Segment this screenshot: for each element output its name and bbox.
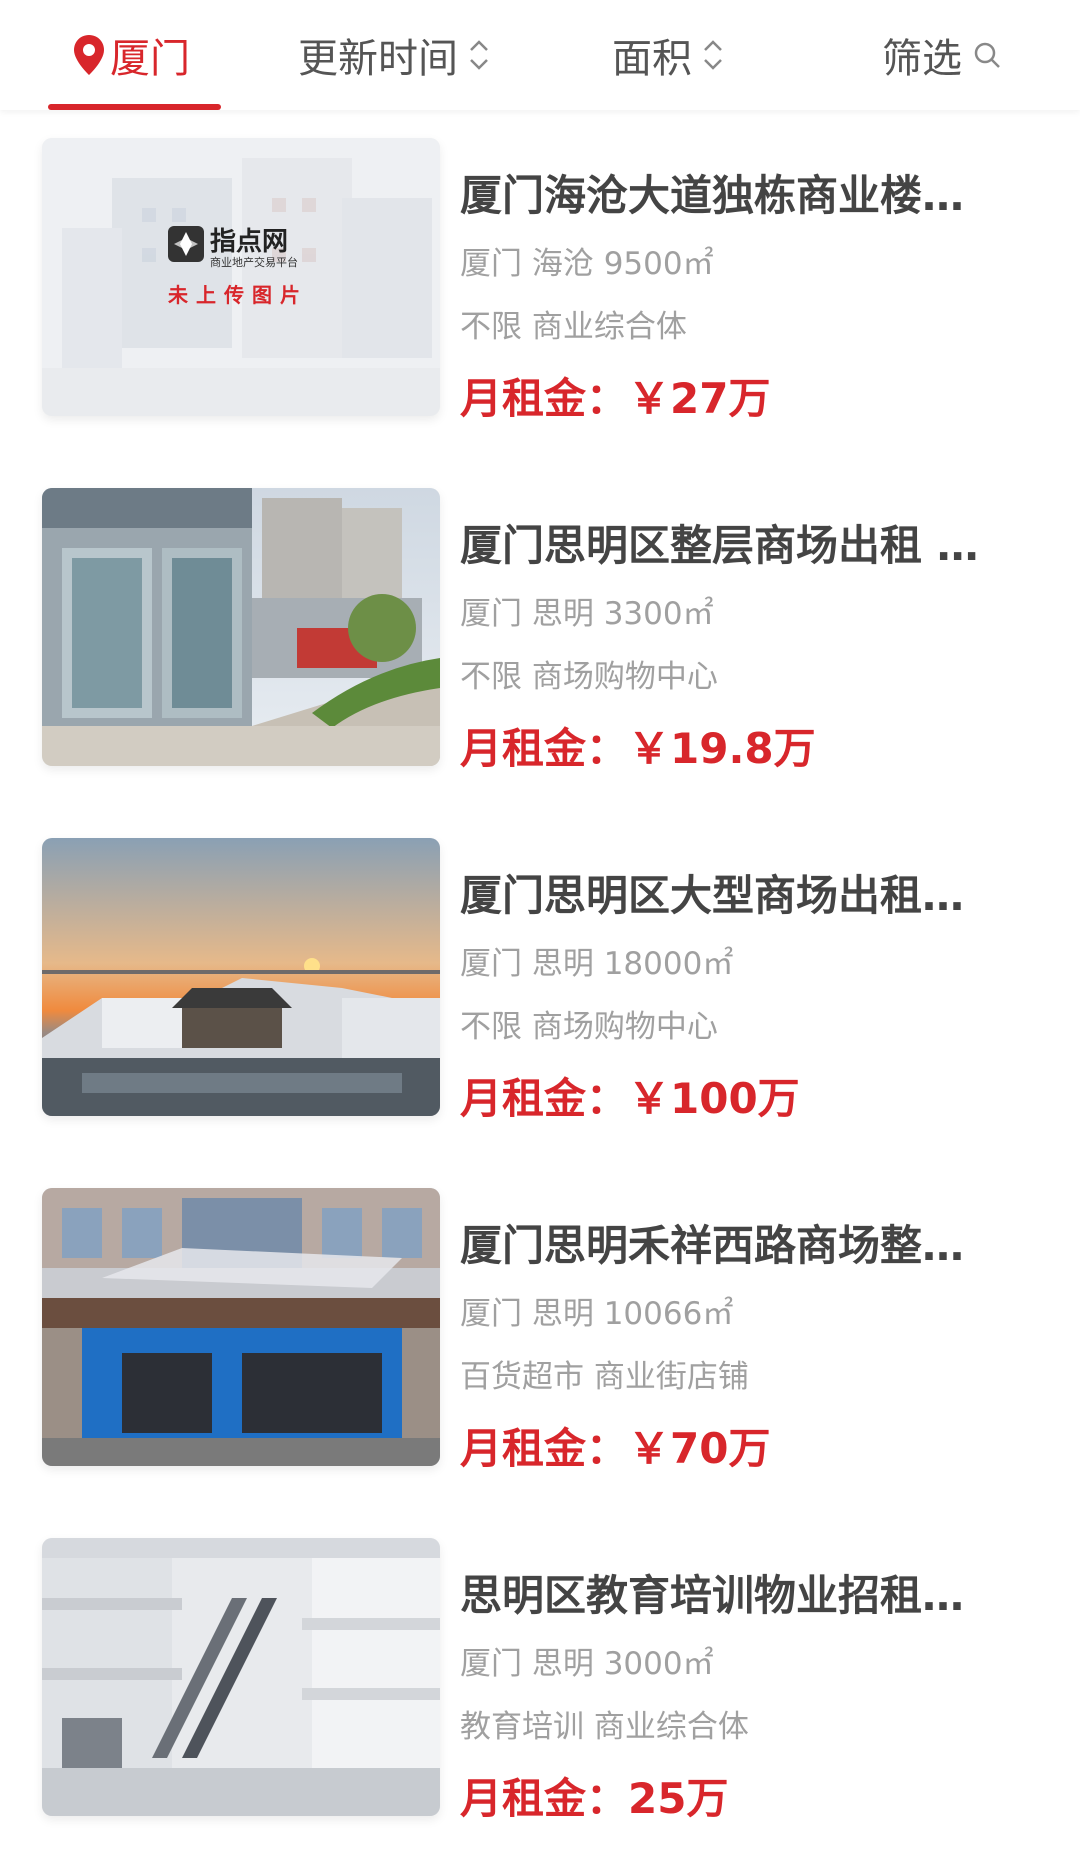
listing-price: 月租金：￥100万 bbox=[460, 1074, 800, 1123]
listing-card[interactable]: 指点网 商业地产交易平台 未上传图片 厦门海沧大道独栋商业楼… 厦门 海沧 95… bbox=[0, 110, 1080, 460]
sort-updown-icon bbox=[470, 40, 488, 70]
placeholder-note: 未上传图片 bbox=[168, 283, 308, 307]
listing-price: 月租金：￥70万 bbox=[460, 1424, 771, 1473]
filter-label: 筛选 bbox=[882, 36, 962, 82]
listing-thumbnail-placeholder: 指点网 商业地产交易平台 未上传图片 bbox=[42, 138, 440, 416]
listing-location-area: 厦门 思明 3000㎡ bbox=[460, 1646, 714, 1682]
listing-location-area: 厦门 思明 3300㎡ bbox=[460, 596, 714, 632]
listing-card[interactable]: 厦门思明区大型商场出租… 厦门 思明 18000㎡ 不限 商场购物中心 月租金：… bbox=[0, 810, 1080, 1160]
filter-tab[interactable]: 筛选 bbox=[882, 0, 1002, 110]
placeholder-brand: 指点网 bbox=[210, 226, 288, 257]
listing-card[interactable]: 思明区教育培训物业招租… 厦门 思明 3000㎡ 教育培训 商业综合体 月租金：… bbox=[0, 1510, 1080, 1860]
listing-price: 月租金：25万 bbox=[460, 1774, 729, 1823]
listing-card[interactable]: 厦门思明禾祥西路商场整… 厦门 思明 10066㎡ 百货超市 商业街店铺 月租金… bbox=[0, 1160, 1080, 1510]
listing-thumbnail bbox=[42, 488, 440, 766]
top-filter-bar: 厦门 更新时间 面积 筛选 bbox=[0, 0, 1080, 110]
listing-tags: 百货超市 商业街店铺 bbox=[460, 1359, 749, 1395]
city-label: 厦门 bbox=[110, 36, 190, 82]
listing-tags: 不限 商业综合体 bbox=[460, 309, 687, 345]
zhidian-logo-icon bbox=[168, 226, 204, 262]
sort-by-area-tab[interactable]: 面积 bbox=[612, 0, 726, 110]
listing-title: 厦门思明区大型商场出租… bbox=[460, 871, 965, 920]
sort-by-update-time-tab[interactable]: 更新时间 bbox=[298, 0, 492, 110]
sort-time-label: 更新时间 bbox=[298, 36, 458, 82]
listing-location-area: 厦门 海沧 9500㎡ bbox=[460, 246, 714, 282]
sort-area-label: 面积 bbox=[612, 36, 692, 82]
listing-thumbnail bbox=[42, 838, 440, 1116]
location-pin-icon bbox=[74, 35, 104, 75]
listing-title: 厦门思明禾祥西路商场整… bbox=[460, 1221, 965, 1270]
listing-location-area: 厦门 思明 10066㎡ bbox=[460, 1296, 734, 1332]
listing-tags: 教育培训 商业综合体 bbox=[460, 1709, 749, 1745]
listing-tags: 不限 商场购物中心 bbox=[460, 1009, 718, 1045]
listing-card[interactable]: 厦门思明区整层商场出租 … 厦门 思明 3300㎡ 不限 商场购物中心 月租金：… bbox=[0, 460, 1080, 810]
city-selector-tab[interactable]: 厦门 bbox=[72, 0, 190, 110]
listing-price: 月租金：￥19.8万 bbox=[460, 724, 816, 773]
listing-tags: 不限 商场购物中心 bbox=[460, 659, 718, 695]
listing-thumbnail bbox=[42, 1188, 440, 1466]
search-icon bbox=[974, 42, 1000, 68]
active-tab-indicator bbox=[48, 104, 221, 110]
listing-title: 厦门思明区整层商场出租 … bbox=[460, 521, 979, 570]
listing-location-area: 厦门 思明 18000㎡ bbox=[460, 946, 734, 982]
listing-title: 思明区教育培训物业招租… bbox=[460, 1571, 965, 1620]
listing-price: 月租金：￥27万 bbox=[460, 374, 771, 423]
listing-title: 厦门海沧大道独栋商业楼… bbox=[460, 171, 965, 220]
placeholder-sub: 商业地产交易平台 bbox=[210, 255, 298, 269]
sort-updown-icon bbox=[704, 40, 722, 70]
listing-thumbnail bbox=[42, 1538, 440, 1816]
